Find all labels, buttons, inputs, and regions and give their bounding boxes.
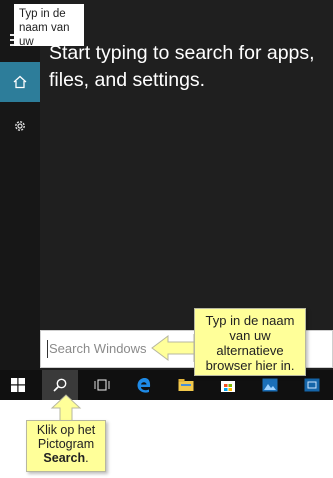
callout-right-arrow [151,334,195,362]
callout-right: Typ in de naam van uw alternatieve brows… [194,308,306,376]
callout-top-text: Typ in de naam van uw [19,8,70,46]
start-rail [0,0,40,370]
search-placeholder: Search Windows [49,341,147,356]
callout-bottom-line2: Pictogram [37,437,95,451]
callout-bottom-line1: Klik op het [36,423,96,437]
callout-top: Typ in de naam van uw [14,4,84,46]
start-heading: Start typing to search for apps, files, … [49,42,315,91]
edge-icon[interactable] [126,370,162,400]
callout-bottom: Klik op het Pictogram Search. [26,420,106,472]
callout-bottom-bold: Search [43,451,86,465]
home-icon[interactable] [0,62,40,102]
callout-bottom-dot: . [85,451,89,465]
callout-right-text: Typ in de naam van uw alternatieve brows… [205,313,295,373]
text-caret [47,340,48,358]
task-view-icon[interactable] [84,370,120,400]
gear-icon[interactable] [0,112,40,140]
windows-icon[interactable] [0,370,36,400]
